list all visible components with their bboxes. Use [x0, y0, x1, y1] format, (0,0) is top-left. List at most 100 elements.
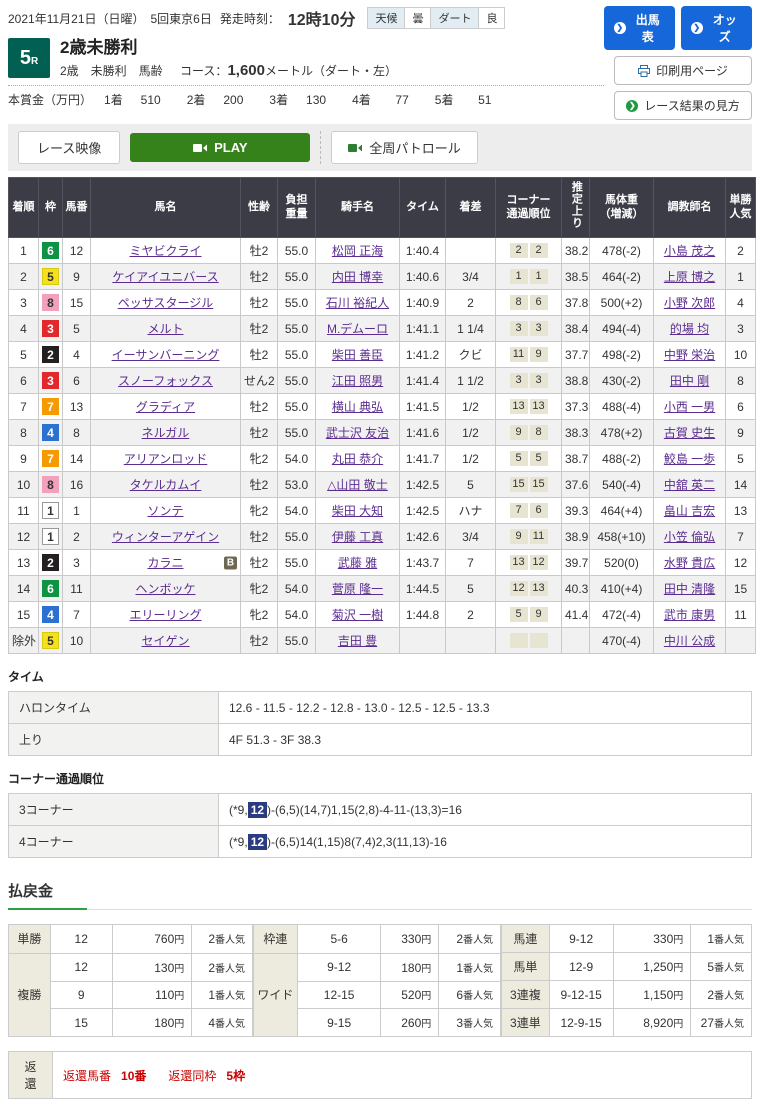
trainer-link[interactable]: 田中 清隆	[664, 582, 715, 596]
popularity-unit: 番人気	[714, 963, 744, 974]
trainer-link[interactable]: 中川 公成	[664, 634, 715, 648]
frame-number-badge: 5	[42, 268, 59, 285]
trainer-link[interactable]: 鮫島 一歩	[664, 452, 715, 466]
jockey-link[interactable]: 江田 照男	[332, 374, 383, 388]
yen-unit: 円	[174, 964, 184, 975]
results-guide-button[interactable]: ❯ レース結果の見方	[614, 91, 752, 120]
horse-link[interactable]: ネルガル	[142, 426, 190, 440]
trainer-link[interactable]: 小野 次郎	[664, 296, 715, 310]
horse-link[interactable]: グラディア	[136, 400, 195, 414]
jockey-cell: 柴田 善臣	[316, 342, 400, 368]
horse-link[interactable]: セイゲン	[141, 634, 189, 648]
trainer-cell: 鮫島 一歩	[654, 446, 726, 472]
horse-weight: 478(-2)	[590, 238, 654, 264]
divider	[320, 131, 321, 164]
horse-link[interactable]: イーサンバーニング	[112, 348, 220, 362]
trainer-link[interactable]: 田中 剛	[670, 374, 709, 388]
trainer-link[interactable]: 上原 博之	[664, 270, 715, 284]
horse-link[interactable]: ミヤビクライ	[129, 244, 201, 258]
odds-button[interactable]: ❯ オッズ	[681, 6, 752, 50]
trainer-link[interactable]: 小島 茂之	[664, 244, 715, 258]
jockey-link[interactable]: 武藤 雅	[338, 556, 377, 570]
finish-position: 2	[9, 264, 39, 290]
trainer-link[interactable]: 小西 一男	[664, 400, 715, 414]
trainer-link[interactable]: 小笠 倫弘	[664, 530, 715, 544]
payout-title: 払戻金	[8, 880, 87, 910]
prize-amount: 510	[133, 93, 161, 107]
popularity-value: 6	[456, 988, 463, 1002]
horse-link[interactable]: ヘンボッケ	[135, 582, 195, 596]
trainer-link[interactable]: 中舘 英二	[664, 478, 715, 492]
payout-amount-value: 330	[653, 932, 673, 946]
horse-name-cell: グラディア	[91, 394, 241, 420]
margin: 1/2	[446, 420, 496, 446]
prize-place: 5着	[435, 93, 454, 107]
horse-link[interactable]: ペッサスタージル	[118, 296, 214, 310]
print-page-button[interactable]: 印刷用ページ	[614, 56, 752, 85]
horse-link[interactable]: タケルカムイ	[130, 478, 202, 492]
start-time: 12時10分	[288, 6, 356, 30]
jockey-link[interactable]: △山田 敬士	[327, 478, 388, 492]
course-distance: 1,600	[227, 62, 265, 79]
payout-amount-value: 180	[401, 961, 421, 975]
corner-order-cell: 22	[496, 238, 562, 264]
corner-box: 5	[510, 451, 528, 466]
horse-weight: 498(-2)	[590, 342, 654, 368]
trainer-link[interactable]: 的場 均	[670, 322, 709, 336]
carried-weight: 55.0	[278, 628, 316, 654]
payout-amount: 1,150円	[613, 981, 691, 1009]
payout-combination: 12-9-15	[549, 1009, 613, 1037]
patrol-video-button[interactable]: 全周パトロール	[331, 131, 477, 164]
corner-box: 13	[530, 399, 548, 414]
jockey-link[interactable]: 石川 裕紀人	[326, 296, 389, 310]
horse-link[interactable]: エリーリング	[129, 608, 201, 622]
jockey-link[interactable]: 柴田 善臣	[332, 348, 383, 362]
jockey-link[interactable]: 菊沢 一樹	[332, 608, 383, 622]
payout-amount-value: 180	[154, 1016, 174, 1030]
win-favorite-rank: 3	[726, 316, 756, 342]
horse-link[interactable]: スノーフォックス	[118, 374, 213, 388]
jockey-link[interactable]: 菅原 隆一	[332, 582, 383, 596]
play-button[interactable]: PLAY	[130, 133, 310, 162]
horse-link[interactable]: ウィンターアゲイン	[112, 530, 219, 544]
jockey-link[interactable]: 横山 典弘	[332, 400, 383, 414]
margin: 5	[446, 472, 496, 498]
trainer-link[interactable]: 武市 康男	[664, 608, 715, 622]
finish-position: 6	[9, 368, 39, 394]
timing-table: ハロンタイム12.6 - 11.5 - 12.2 - 12.8 - 13.0 -…	[8, 691, 752, 756]
horse-link[interactable]: ソンテ	[147, 504, 183, 518]
finish-time: 1:40.9	[400, 290, 446, 316]
sex-age: 牡2	[241, 628, 278, 654]
finish-time: 1:42.5	[400, 472, 446, 498]
racecard-button[interactable]: ❯ 出馬表	[604, 6, 675, 50]
trainer-link[interactable]: 古賀 史生	[664, 426, 715, 440]
horse-link[interactable]: ケイアイユニバース	[112, 270, 218, 284]
jockey-link[interactable]: 柴田 大知	[332, 504, 383, 518]
horse-link[interactable]: アリアンロッド	[124, 452, 208, 466]
horse-weight: 430(-2)	[590, 368, 654, 394]
trainer-link[interactable]: 水野 貴広	[664, 556, 715, 570]
sex-age: 牝2	[241, 446, 278, 472]
timing-row: ハロンタイム12.6 - 11.5 - 12.2 - 12.8 - 13.0 -…	[9, 692, 752, 724]
jockey-link[interactable]: 松岡 正海	[332, 244, 383, 258]
jockey-link[interactable]: 内田 博幸	[332, 270, 383, 284]
frame-number-badge: 6	[42, 580, 59, 597]
trainer-link[interactable]: 中野 栄治	[664, 348, 715, 362]
jockey-link[interactable]: 武士沢 友治	[326, 426, 389, 440]
frame-cell: 3	[39, 368, 63, 394]
winner-highlight: 12	[248, 802, 267, 818]
trainer-link[interactable]: 畠山 吉宏	[664, 504, 715, 518]
payout-group-table: 枠連5-6330円2番人気ワイド9-12180円1番人気12-15520円6番人…	[253, 924, 501, 1037]
frame-number-badge: 8	[42, 476, 59, 493]
horse-number: 8	[63, 420, 91, 446]
refund-table: 返還 返還馬番10番返還同枠5枠	[8, 1051, 752, 1099]
horse-link[interactable]: カラニ	[147, 556, 183, 570]
popularity-unit: 番人気	[215, 1019, 245, 1030]
jockey-link[interactable]: 丸田 恭介	[332, 452, 383, 466]
jockey-cell: 横山 典弘	[316, 394, 400, 420]
jockey-link[interactable]: M.デムーロ	[327, 322, 388, 336]
jockey-link[interactable]: 伊藤 工真	[332, 530, 383, 544]
jockey-link[interactable]: 吉田 豊	[338, 634, 377, 648]
sex-age: 牡2	[241, 472, 278, 498]
horse-link[interactable]: メルト	[147, 322, 183, 336]
